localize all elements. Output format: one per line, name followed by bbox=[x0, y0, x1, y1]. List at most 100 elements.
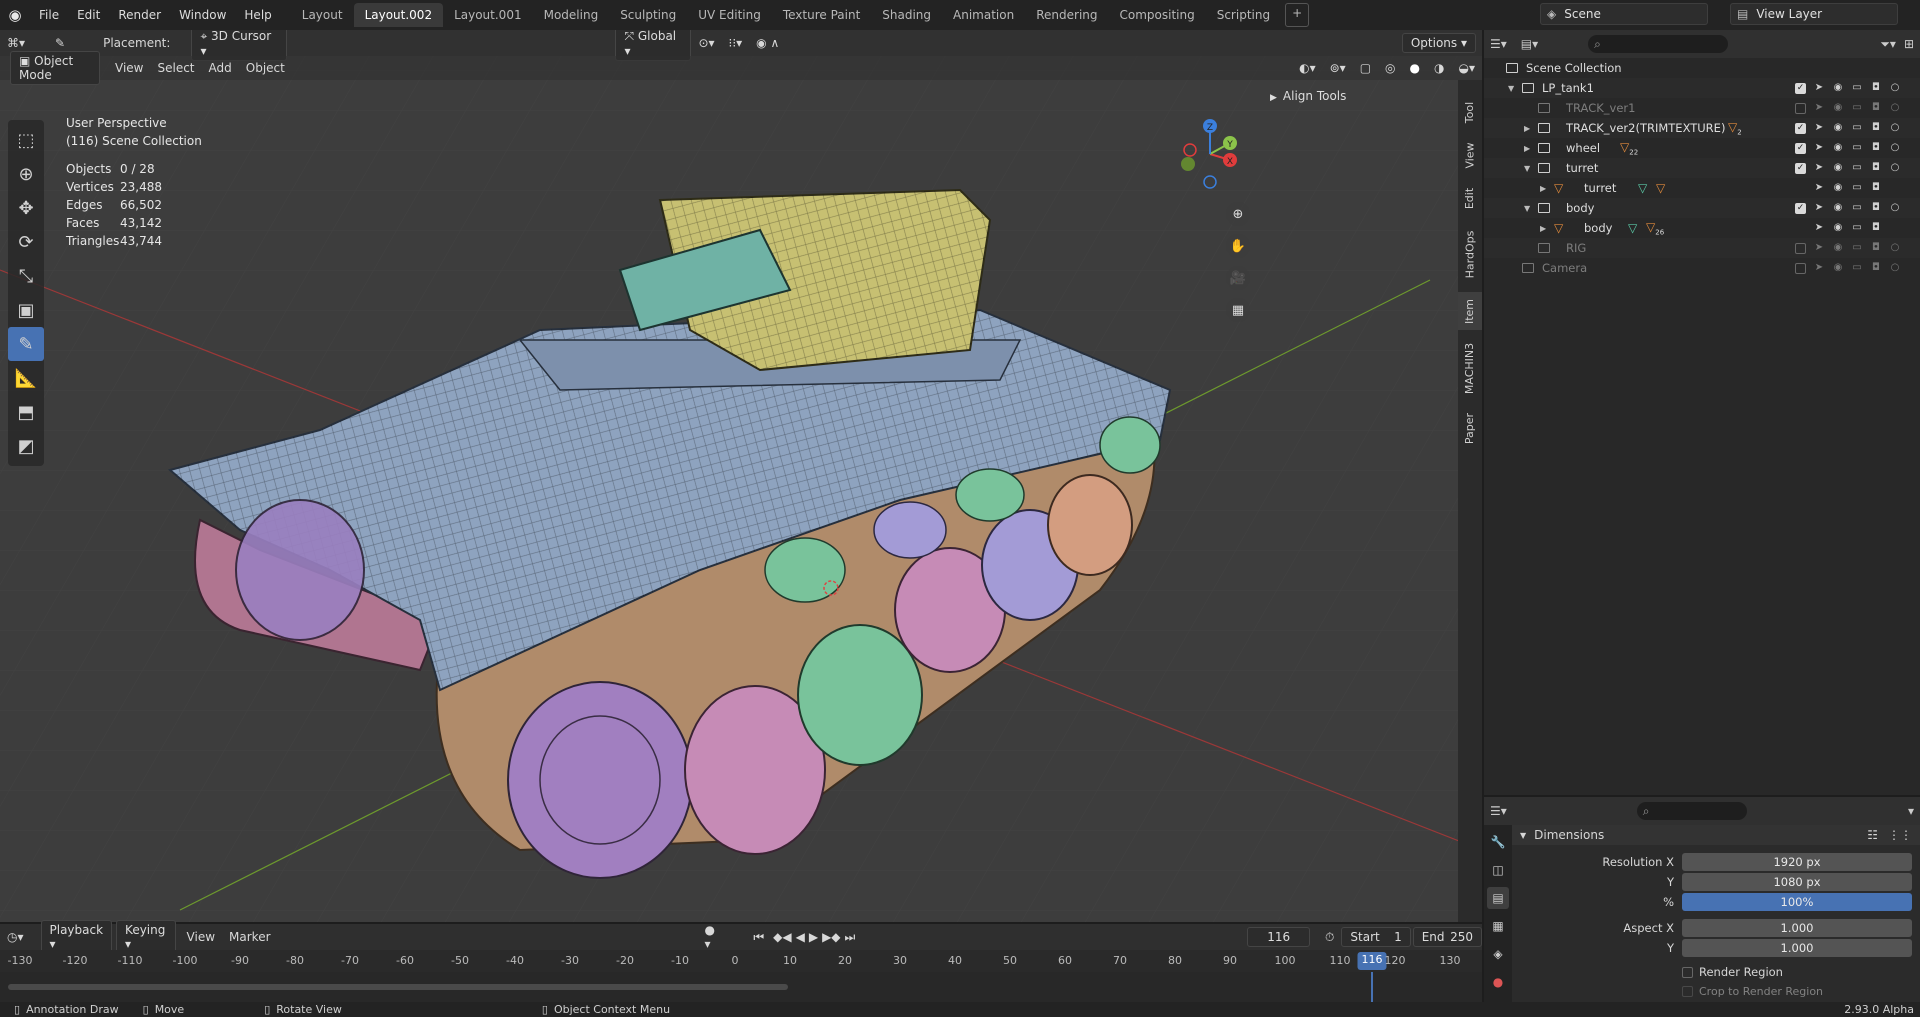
expand-arrow-icon[interactable]: ▶ bbox=[1540, 224, 1546, 233]
gizmo-toggle-icon[interactable]: ◐▾ bbox=[1292, 59, 1323, 77]
mode-dropdown[interactable]: ▣ Object Mode bbox=[10, 51, 100, 85]
select-icon[interactable]: ➤ bbox=[1813, 222, 1825, 234]
monitor-icon[interactable]: ▭ bbox=[1851, 242, 1863, 254]
tab-hardops[interactable]: HardOps bbox=[1458, 222, 1482, 286]
editor-type-icon[interactable]: ☰▾ bbox=[1490, 37, 1507, 51]
resolution-x-field[interactable]: 1920 px bbox=[1682, 853, 1912, 871]
editor-type-icon[interactable]: ⌘▾ bbox=[0, 34, 32, 52]
tab-paper[interactable]: Paper bbox=[1458, 406, 1482, 450]
edit-icon[interactable]: ◩ bbox=[8, 429, 44, 463]
tab-compositing[interactable]: Compositing bbox=[1109, 3, 1206, 27]
filter-icon[interactable]: ⏷▾ bbox=[1880, 37, 1896, 52]
output-tab-icon[interactable]: ▤ bbox=[1487, 887, 1509, 909]
menu-object[interactable]: Object bbox=[239, 59, 292, 77]
tab-layout[interactable]: Layout bbox=[291, 3, 354, 27]
chevron-down-icon[interactable]: ▾ bbox=[1908, 804, 1914, 818]
monitor-icon[interactable]: ▭ bbox=[1851, 262, 1863, 274]
tab-shading[interactable]: Shading bbox=[871, 3, 942, 27]
snap-icon[interactable]: ⁝⁝▾ bbox=[722, 34, 750, 52]
render-camera-icon[interactable]: ◘ bbox=[1870, 202, 1882, 214]
tab-machin3[interactable]: MACHIN3 bbox=[1458, 336, 1482, 400]
render-camera-icon[interactable]: ◘ bbox=[1870, 142, 1882, 154]
zoom-icon[interactable]: ⊕ bbox=[1226, 202, 1250, 226]
tab-texture-paint[interactable]: Texture Paint bbox=[772, 3, 871, 27]
eye-icon[interactable]: ◉ bbox=[1832, 162, 1844, 174]
proportional-edit-icon[interactable]: ◉ ∧ bbox=[749, 34, 786, 52]
navigation-gizmo[interactable]: X Y Z bbox=[1180, 114, 1260, 194]
exclude-checkbox[interactable] bbox=[1795, 242, 1806, 254]
new-collection-icon[interactable]: ⊞ bbox=[1904, 37, 1914, 51]
pivot-icon[interactable]: ⊙▾ bbox=[691, 34, 721, 52]
drag-handle-icon[interactable]: ⋮⋮ bbox=[1888, 828, 1912, 842]
3d-viewport[interactable]: ⌘▾ ✎ Placement: ⌖ 3D Cursor ▾ ⤧ Global ▾… bbox=[0, 30, 1482, 922]
holdout-icon[interactable]: ○ bbox=[1889, 82, 1901, 94]
annotate-icon[interactable]: ✎ bbox=[8, 327, 44, 361]
aspect-x-field[interactable]: 1.000 bbox=[1682, 919, 1912, 937]
view-layer-tab-icon[interactable]: ▦ bbox=[1487, 915, 1509, 937]
tree-row-turret-object[interactable]: ▶ ▽ turret ▽ ▽ ➤ ◉ ▭ ◘ bbox=[1484, 178, 1920, 198]
render-camera-icon[interactable]: ◘ bbox=[1870, 222, 1882, 234]
tab-tool[interactable]: Tool bbox=[1458, 94, 1482, 130]
render-camera-icon[interactable]: ◘ bbox=[1870, 182, 1882, 194]
playback-dropdown[interactable]: Playback ▾ bbox=[40, 920, 113, 954]
crop-row[interactable]: Crop to Render Region bbox=[1682, 982, 1823, 1000]
scene-selector[interactable]: ◈ Scene bbox=[1540, 3, 1708, 25]
dimensions-panel-header[interactable]: ▼ Dimensions ☷ ⋮⋮ bbox=[1512, 825, 1920, 845]
render-tab-icon[interactable]: ◫ bbox=[1487, 859, 1509, 881]
eye-icon[interactable]: ◉ bbox=[1832, 102, 1844, 114]
select-icon[interactable]: ➤ bbox=[1813, 162, 1825, 174]
timeline-scrollbar[interactable] bbox=[8, 984, 788, 990]
exclude-checkbox[interactable]: ✓ bbox=[1795, 82, 1806, 94]
select-icon[interactable]: ➤ bbox=[1813, 262, 1825, 274]
menu-window[interactable]: Window bbox=[170, 4, 235, 26]
editor-type-icon[interactable]: ◷▾ bbox=[0, 928, 31, 946]
select-icon[interactable]: ➤ bbox=[1813, 202, 1825, 214]
jump-end-icon[interactable]: ⏭ bbox=[843, 928, 858, 947]
menu-add[interactable]: Add bbox=[202, 59, 239, 77]
jump-start-icon[interactable]: ⏮ bbox=[746, 928, 771, 947]
transform-icon[interactable]: ▣ bbox=[8, 293, 44, 327]
monitor-icon[interactable]: ▭ bbox=[1851, 142, 1863, 154]
monitor-icon[interactable]: ▭ bbox=[1851, 102, 1863, 114]
shading-material-icon[interactable]: ◑ bbox=[1427, 59, 1451, 77]
record-icon[interactable]: ● ▾ bbox=[698, 921, 729, 953]
eye-icon[interactable]: ◉ bbox=[1832, 202, 1844, 214]
eye-icon[interactable]: ◉ bbox=[1832, 242, 1844, 254]
resolution-percent-slider[interactable]: 100% bbox=[1682, 893, 1912, 911]
scene-tab-icon[interactable]: ◈ bbox=[1487, 943, 1509, 965]
tab-rendering[interactable]: Rendering bbox=[1025, 3, 1108, 27]
crop-checkbox[interactable] bbox=[1682, 985, 1693, 997]
menu-file[interactable]: File bbox=[30, 4, 68, 26]
menu-help[interactable]: Help bbox=[235, 4, 280, 26]
monitor-icon[interactable]: ▭ bbox=[1851, 182, 1863, 194]
eye-icon[interactable]: ◉ bbox=[1832, 142, 1844, 154]
view-layer-selector[interactable]: ▤ View Layer bbox=[1730, 3, 1898, 25]
blender-logo-icon[interactable]: ◉ bbox=[0, 0, 30, 30]
select-icon[interactable]: ➤ bbox=[1813, 242, 1825, 254]
tree-row-lp-tank1[interactable]: ▼ LP_tank1 ✓ ➤ ◉ ▭ ◘ ○ bbox=[1484, 78, 1920, 98]
holdout-icon[interactable]: ○ bbox=[1889, 162, 1901, 174]
eye-icon[interactable]: ◉ bbox=[1832, 262, 1844, 274]
xray-icon[interactable]: ▢ bbox=[1353, 59, 1378, 77]
next-keyframe-icon[interactable]: ▶◆ bbox=[820, 928, 842, 946]
expand-arrow-icon[interactable]: ▶ bbox=[1524, 144, 1530, 153]
tab-edit[interactable]: Edit bbox=[1458, 180, 1482, 216]
tab-layout-001[interactable]: Layout.001 bbox=[443, 3, 533, 27]
tree-row-track-ver2[interactable]: ▶ TRACK_ver2(TRIMTEXTURE) ▽2 ✓ ➤ ◉ ▭ ◘ ○ bbox=[1484, 118, 1920, 138]
editor-type-icon[interactable]: ☰▾ bbox=[1490, 804, 1507, 818]
eye-icon[interactable]: ◉ bbox=[1832, 182, 1844, 194]
monitor-icon[interactable]: ▭ bbox=[1851, 82, 1863, 94]
shading-rendered-icon[interactable]: ◒▾ bbox=[1452, 59, 1483, 77]
add-cube-icon[interactable]: ⬒ bbox=[8, 395, 44, 429]
shading-solid-icon[interactable]: ● bbox=[1403, 59, 1427, 77]
camera-icon[interactable]: 🎥 bbox=[1226, 266, 1250, 290]
tree-row-body-object[interactable]: ▶ ▽ body ▽ ▽26 ➤ ◉ ▭ ◘ bbox=[1484, 218, 1920, 238]
eye-icon[interactable]: ◉ bbox=[1832, 122, 1844, 134]
render-camera-icon[interactable]: ◘ bbox=[1870, 262, 1882, 274]
menu-view[interactable]: View bbox=[180, 928, 222, 946]
tab-sculpting[interactable]: Sculpting bbox=[609, 3, 687, 27]
keying-dropdown[interactable]: Keying ▾ bbox=[116, 920, 176, 954]
exclude-checkbox[interactable]: ✓ bbox=[1795, 122, 1806, 134]
expand-arrow-icon[interactable]: ▼ bbox=[1524, 164, 1530, 173]
render-camera-icon[interactable]: ◘ bbox=[1870, 122, 1882, 134]
